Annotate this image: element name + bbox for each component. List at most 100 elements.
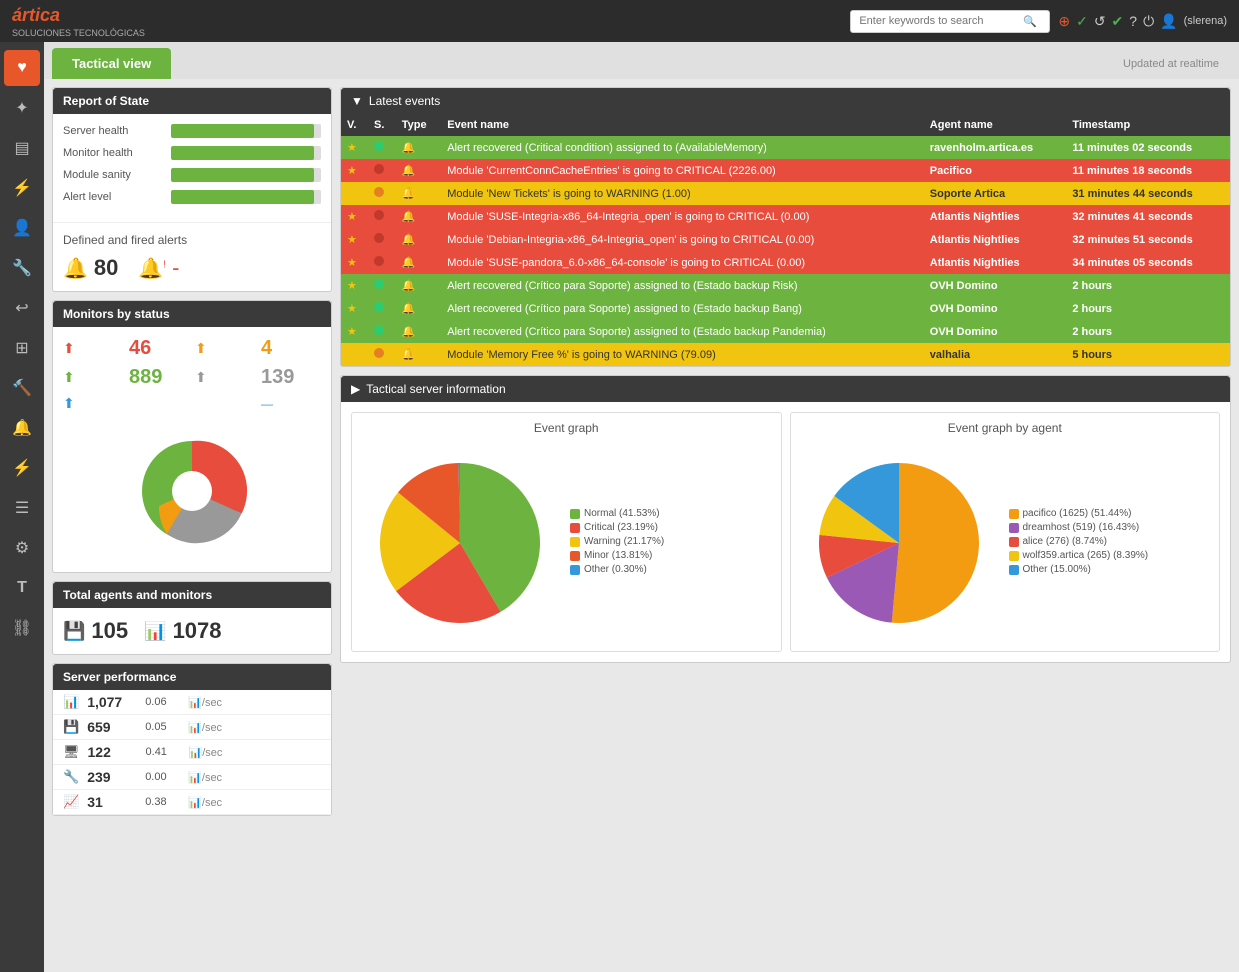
perf-row-0: 📊 1,077 0.06 📊/sec — [53, 690, 331, 715]
cell-event: Module 'New Tickets' is going to WARNING… — [441, 182, 924, 205]
cell-v: ★ — [341, 159, 368, 182]
perf-rate-0: 0.06 — [145, 696, 180, 708]
perf-row-1: 💾 659 0.05 📊/sec — [53, 715, 331, 740]
logo: ártica SOLUCIONES TECNOLÓGICAS — [12, 5, 145, 38]
cell-s — [368, 205, 396, 228]
sidebar-item-reports[interactable]: ▤ — [4, 130, 40, 166]
legend-color — [570, 509, 580, 519]
monitor-stat-normal-icon: ⬆ — [63, 369, 123, 386]
cell-time: 31 minutes 44 seconds — [1066, 182, 1230, 205]
legend-label: Normal (41.53%) — [584, 508, 660, 519]
perf-unit-icon-1: 📊/sec — [188, 721, 222, 734]
agents-count: 105 — [91, 618, 128, 644]
cell-time: 2 hours — [1066, 297, 1230, 320]
perf-row-2: 🖥 122 0.41 📊/sec — [53, 740, 331, 765]
topbar-icons: ⊕ ✓ ↺ ✔ ? ⏻ 👤 (slerena) — [1058, 13, 1227, 30]
monitor-stat-unknown-icon: ⬆ — [195, 369, 255, 386]
search-box[interactable]: 🔍 — [850, 10, 1050, 33]
sidebar-item-wrench[interactable]: 🔨 — [4, 370, 40, 406]
topbar-right: 🔍 ⊕ ✓ ↺ ✔ ? ⏻ 👤 (slerena) — [850, 10, 1227, 33]
cell-time: 5 hours — [1066, 343, 1230, 366]
cell-time: 2 hours — [1066, 320, 1230, 343]
legend-label: Other (15.00%) — [1023, 564, 1091, 575]
cell-type: 🔔 — [396, 251, 442, 274]
table-row: ★ 🔔 Alert recovered (Crítico para Soport… — [341, 297, 1230, 320]
ok-icon[interactable]: ✔ — [1112, 13, 1124, 30]
table-row: ★ 🔔 Alert recovered (Crítico para Soport… — [341, 274, 1230, 297]
sidebar-item-users[interactable]: 👤 — [4, 210, 40, 246]
bell-fired-icon: 🔔! — [138, 256, 166, 281]
legend-label: Warning (21.17%) — [584, 536, 664, 547]
tab-tactical[interactable]: Tactical view — [52, 48, 171, 79]
latest-events-header[interactable]: ▼ Latest events — [341, 88, 1230, 114]
search-input[interactable] — [859, 15, 1019, 27]
performance-rows: 📊 1,077 0.06 📊/sec 💾 659 0.05 📊/sec — [53, 690, 331, 815]
tactical-server-header[interactable]: ▶ Tactical server information — [341, 376, 1230, 402]
logo-sub: SOLUCIONES TECNOLÓGICAS — [12, 28, 145, 38]
table-row: ★ 🔔 Module 'Memory Free %' is going to W… — [341, 343, 1230, 366]
check-icon[interactable]: ✓ — [1076, 13, 1088, 30]
sidebar-item-alerts[interactable]: ⚡ — [4, 170, 40, 206]
critical-icon: ⬆ — [63, 340, 75, 357]
cell-type: 🔔 — [396, 274, 442, 297]
total-agents: 💾 105 — [63, 618, 128, 644]
normal-icon: ⬆ — [63, 369, 75, 386]
pie-slice — [891, 463, 978, 623]
cell-event: Module 'Debian-Integria-x86_64-Integria_… — [441, 228, 924, 251]
alert-defined: 🔔 80 — [63, 255, 118, 281]
cell-v: ★ — [341, 343, 368, 366]
total-monitors: 📊 1078 — [144, 618, 221, 644]
sidebar-item-gear[interactable]: ⚙ — [4, 530, 40, 566]
legend-color — [1009, 523, 1019, 533]
cell-s — [368, 343, 396, 366]
events-table: V. S. Type Event name Agent name Timesta… — [341, 114, 1230, 366]
agent-legend: pacifico (1625) (51.44%)dreamhost (519) … — [1009, 508, 1149, 578]
legend-label: Minor (13.81%) — [584, 550, 652, 561]
perf-icon-3: 🔧 — [63, 769, 79, 785]
sidebar-item-undo[interactable]: ↩ — [4, 290, 40, 326]
legend-item: alice (276) (8.74%) — [1009, 536, 1149, 547]
sidebar-item-tactical[interactable]: ✦ — [4, 90, 40, 126]
cell-v: ★ — [341, 320, 368, 343]
performance-header: Server performance — [53, 664, 331, 690]
server-health-label: Server health — [63, 125, 163, 137]
graphs-row: Event graph Normal (41.53%)Critical (23.… — [341, 402, 1230, 662]
collapse-icon: ▼ — [351, 94, 363, 108]
legend-color — [570, 523, 580, 533]
legend-label: Other (0.30%) — [584, 564, 647, 575]
question-icon[interactable]: ? — [1129, 13, 1137, 29]
legend-color — [1009, 551, 1019, 561]
perf-unit-icon-4: 📊/sec — [188, 796, 222, 809]
refresh-icon[interactable]: ↺ — [1094, 13, 1106, 30]
sidebar-item-text[interactable]: T — [4, 570, 40, 606]
monitor-unknown-count: 139 — [261, 366, 321, 389]
cell-time: 11 minutes 18 seconds — [1066, 159, 1230, 182]
cell-s — [368, 274, 396, 297]
sidebar-item-list[interactable]: ☰ — [4, 490, 40, 526]
help-icon[interactable]: ⊕ — [1058, 13, 1070, 30]
table-row: ★ 🔔 Module 'CurrentConnCacheEntries' is … — [341, 159, 1230, 182]
cell-s — [368, 251, 396, 274]
cell-event: Alert recovered (Crítico para Soporte) a… — [441, 320, 924, 343]
sidebar-item-link[interactable]: ⛓ — [4, 610, 40, 646]
sidebar-item-screen[interactable]: ⊞ — [4, 330, 40, 366]
sidebar-item-tools[interactable]: 🔧 — [4, 250, 40, 286]
alert-level-row: Alert level — [63, 190, 321, 204]
cell-agent: OVH Domino — [924, 297, 1067, 320]
sidebar-item-bell[interactable]: 🔔 — [4, 410, 40, 446]
legend-item: Other (0.30%) — [570, 564, 664, 575]
perf-rate-1: 0.05 — [145, 721, 180, 733]
perf-icon-1: 💾 — [63, 719, 79, 735]
legend-label: dreamhost (519) (16.43%) — [1023, 522, 1140, 533]
sidebar-item-flash[interactable]: ⚡ — [4, 450, 40, 486]
sidebar-item-health[interactable]: ♥ — [4, 50, 40, 86]
cell-event: Module 'Memory Free %' is going to WARNI… — [441, 343, 924, 366]
legend-item: Critical (23.19%) — [570, 522, 664, 533]
user-icon[interactable]: 👤 — [1160, 13, 1177, 30]
event-legend: Normal (41.53%) Critical (23.19%) Warning … — [570, 508, 664, 578]
updated-info: Updated at realtime — [1123, 58, 1219, 70]
cell-s — [368, 228, 396, 251]
expand-icon: ▶ — [351, 382, 360, 396]
power-icon[interactable]: ⏻ — [1143, 13, 1154, 30]
monitors-body: ⬆ 46 ⬆ 4 ⬆ 889 ⬆ — [53, 327, 331, 572]
